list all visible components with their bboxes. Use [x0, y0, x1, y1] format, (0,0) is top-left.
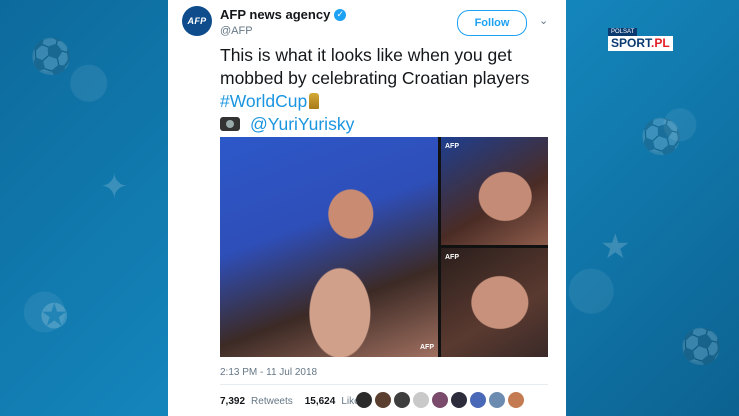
trophy-icon: [309, 93, 320, 109]
tweet-timestamp[interactable]: 2:13 PM - 11 Jul 2018: [220, 367, 317, 378]
liker-avatar[interactable]: [451, 392, 467, 408]
liker-avatar[interactable]: [508, 392, 524, 408]
liker-avatar[interactable]: [394, 392, 410, 408]
photo-main[interactable]: AFP: [220, 137, 438, 357]
liker-avatar[interactable]: [470, 392, 486, 408]
tweet-text: This is what it looks like when you get …: [220, 44, 550, 136]
likers-avatars: [356, 392, 524, 408]
doodle-ball-icon: ⚽: [640, 118, 683, 156]
photo-watermark: AFP: [445, 143, 459, 150]
account-name-row: AFP news agency ✓: [220, 7, 347, 22]
doodle-cup-icon: ✪: [40, 298, 69, 336]
chevron-down-icon[interactable]: ⌄: [539, 14, 548, 27]
tweet-line-4: @YuriYurisky: [220, 113, 550, 136]
hashtag-link[interactable]: #WorldCup: [220, 91, 307, 111]
liker-avatar[interactable]: [413, 392, 429, 408]
liker-avatar[interactable]: [432, 392, 448, 408]
broadcaster-top: POLSAT: [608, 28, 638, 36]
account-name[interactable]: AFP news agency: [220, 7, 330, 22]
media-grid[interactable]: AFP AFP AFP: [220, 137, 548, 357]
verified-icon: ✓: [334, 8, 347, 21]
account-handle[interactable]: @AFP: [220, 25, 253, 37]
photo-watermark: AFP: [445, 254, 459, 261]
tweet-line-3: #WorldCup: [220, 90, 550, 113]
doodle-whistle-icon: ✦: [100, 168, 129, 206]
retweets-label[interactable]: Retweets: [251, 396, 293, 407]
tweet-line-1: This is what it looks like when you get: [220, 45, 512, 65]
tweet-card: AFP AFP news agency ✓ @AFP Follow ⌄ This…: [168, 0, 566, 416]
avatar-text: AFP: [187, 16, 207, 26]
photo-top-right[interactable]: AFP: [441, 137, 548, 245]
liker-avatar[interactable]: [375, 392, 391, 408]
liker-avatar[interactable]: [489, 392, 505, 408]
doodle-star-icon: ★: [600, 228, 631, 266]
tweet-line-2: mobbed by celebrating Croatian players: [220, 68, 530, 88]
broadcaster-brand: SPORT.PL: [608, 36, 673, 51]
broadcaster-logo: POLSAT SPORT.PL: [608, 28, 673, 56]
broadcaster-brand-text: SPORT: [611, 36, 652, 50]
photo-watermark: AFP: [420, 344, 434, 351]
likes-count[interactable]: 15,624: [305, 396, 336, 407]
doodle-ball-icon: ⚽: [30, 38, 73, 76]
divider: [220, 384, 548, 385]
mention-link[interactable]: @YuriYurisky: [250, 114, 354, 134]
tweet-stats: 7,392 Retweets 15,624 Likes: [220, 396, 365, 407]
doodle-ball-icon: ⚽: [680, 328, 723, 366]
photo-bottom-right[interactable]: AFP: [441, 248, 548, 357]
follow-button[interactable]: Follow: [457, 10, 527, 36]
retweets-count[interactable]: 7,392: [220, 396, 245, 407]
avatar[interactable]: AFP: [182, 6, 212, 36]
liker-avatar[interactable]: [356, 392, 372, 408]
broadcaster-suffix: .PL: [651, 36, 670, 50]
tweet-header: AFP AFP news agency ✓ @AFP Follow ⌄: [182, 4, 552, 44]
camera-icon: [220, 117, 240, 131]
